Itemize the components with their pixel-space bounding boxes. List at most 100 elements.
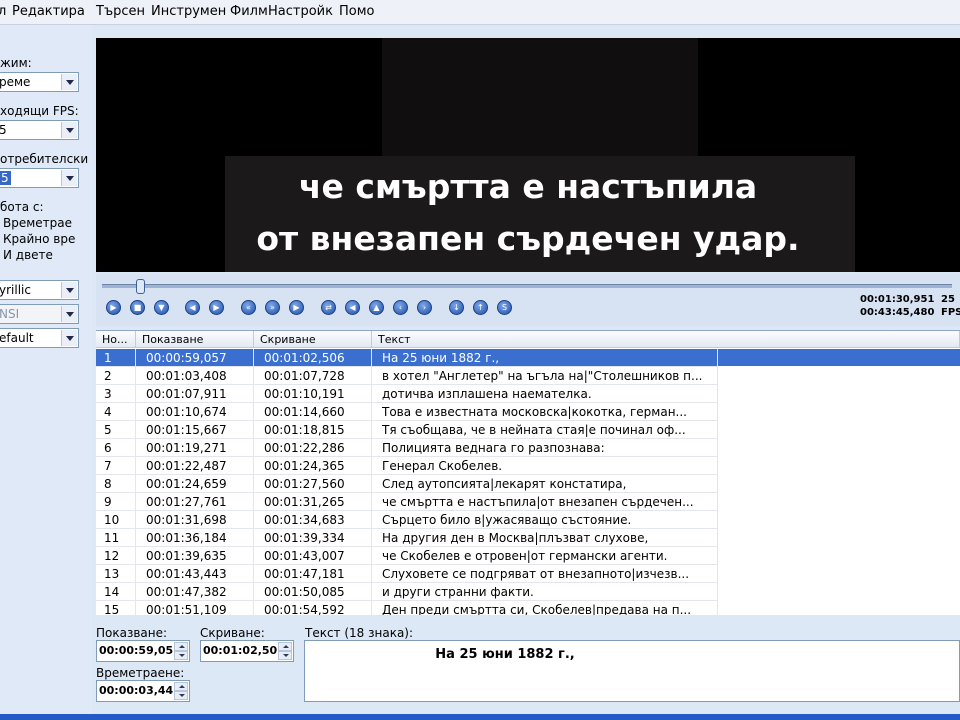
- spin-down-icon[interactable]: [174, 691, 188, 700]
- row-hide-time: 00:01:10,191: [254, 385, 372, 403]
- encoding-select[interactable]: yrillic: [0, 280, 79, 300]
- profile-select[interactable]: efault: [0, 328, 79, 348]
- spin-up-icon[interactable]: [278, 642, 292, 651]
- repeat-icon[interactable]: ⇄: [321, 300, 336, 315]
- spin-up-icon[interactable]: [174, 642, 188, 651]
- fps-label: ходящи FPS:: [0, 104, 79, 118]
- seek-thumb[interactable]: [136, 279, 145, 294]
- sync-icon[interactable]: S: [497, 300, 512, 315]
- table-row[interactable]: 5 00:01:15,667 00:01:18,815 Тя съобщава, че…: [96, 421, 960, 439]
- stop-icon[interactable]: ■: [130, 300, 145, 315]
- row-show-time: 00:01:07,911: [136, 385, 254, 403]
- row-show-time: 00:01:19,271: [136, 439, 254, 457]
- arrow-down-icon[interactable]: ▼: [154, 300, 169, 315]
- spin-down-icon[interactable]: [278, 651, 292, 660]
- row-show-time: 00:01:39,635: [136, 547, 254, 565]
- row-hide-time: 00:01:27,560: [254, 475, 372, 493]
- column-header-number[interactable]: Но...: [96, 331, 136, 348]
- table-row[interactable]: 6 00:01:19,271 00:01:22,286 Полицията ведна…: [96, 439, 960, 457]
- table-row[interactable]: 3 00:01:07,911 00:01:10,191 дотичва изплаше…: [96, 385, 960, 403]
- prev-subtitle-icon[interactable]: ‹: [393, 300, 408, 315]
- radio-duration[interactable]: Времетрае: [3, 216, 72, 230]
- column-header-text[interactable]: Текст: [372, 331, 960, 348]
- table-row[interactable]: 9 00:01:27,761 00:01:31,265 че смъртта е на…: [96, 493, 960, 511]
- menu-help[interactable]: Помо: [339, 4, 375, 20]
- table-row[interactable]: 12 00:01:39,635 00:01:43,007 че Скобелев е …: [96, 547, 960, 565]
- row-show-time: 00:01:51,109: [136, 601, 254, 615]
- hide-time-field[interactable]: 00:01:02,50: [200, 640, 294, 662]
- spin-down-icon[interactable]: [174, 651, 188, 660]
- rewind-icon[interactable]: «: [241, 300, 256, 315]
- menu-edit[interactable]: Редактира: [12, 4, 85, 20]
- row-show-time: 00:01:22,487: [136, 457, 254, 475]
- chevron-down-icon[interactable]: [61, 170, 77, 186]
- row-number: 3: [96, 385, 136, 403]
- table-row[interactable]: 8 00:01:24,659 00:01:27,560 След аутопсията…: [96, 475, 960, 493]
- custom-fps-value: 5: [0, 171, 11, 185]
- show-time-field[interactable]: 00:00:59,05: [96, 640, 190, 662]
- hide-time-stepper[interactable]: [278, 642, 292, 660]
- mode-select[interactable]: реме: [0, 72, 79, 92]
- row-show-time: 00:01:24,659: [136, 475, 254, 493]
- table-row[interactable]: 11 00:01:36,184 00:01:39,334 На другия ден …: [96, 529, 960, 547]
- row-number: 8: [96, 475, 136, 493]
- show-time-stepper[interactable]: [174, 642, 188, 660]
- menu-search[interactable]: Търсен: [96, 4, 145, 20]
- custom-fps-label: отребителски: [0, 152, 89, 166]
- spin-up-icon[interactable]: [174, 682, 188, 691]
- fast-forward-icon[interactable]: »: [265, 300, 280, 315]
- row-number: 10: [96, 511, 136, 529]
- row-hide-time: 00:01:39,334: [254, 529, 372, 547]
- radio-end-time[interactable]: Крайно вре: [3, 232, 75, 246]
- chevron-down-icon[interactable]: [61, 330, 77, 346]
- subtitle-text-area[interactable]: На 25 юни 1882 г.,: [304, 640, 960, 702]
- table-row[interactable]: 15 00:01:51,109 00:01:54,592 Ден преди смър…: [96, 601, 960, 615]
- menu-settings[interactable]: Настройк: [268, 4, 333, 20]
- subtitle-grid[interactable]: Но... Показване Скриване Текст 1 00:00:59…: [96, 330, 960, 615]
- column-header-hide[interactable]: Скриване: [254, 331, 372, 348]
- menu-bar: л Редактира Търсен Инструмен Филм Настро…: [0, 0, 960, 25]
- go-end-icon[interactable]: ▲: [369, 300, 384, 315]
- current-time-readout: 00:01:30,951: [860, 294, 935, 305]
- subtitle-text-value: На 25 юни 1882 г.,: [435, 647, 575, 662]
- custom-fps-select[interactable]: 5: [0, 168, 79, 188]
- seek-bar[interactable]: [102, 279, 952, 294]
- skip-next-icon[interactable]: ▶: [289, 300, 304, 315]
- table-row[interactable]: 14 00:01:47,382 00:01:50,085 и други странн…: [96, 583, 960, 601]
- table-row[interactable]: 2 00:01:03,408 00:01:07,728 в хотел "Англет…: [96, 367, 960, 385]
- set-start-icon[interactable]: ↓: [449, 300, 464, 315]
- row-show-time: 00:01:47,382: [136, 583, 254, 601]
- radio-both[interactable]: И двете: [3, 248, 53, 262]
- hide-time-value: 00:01:02,50: [203, 644, 277, 657]
- column-header-show[interactable]: Показване: [136, 331, 254, 348]
- arrow-left-icon[interactable]: ◀: [185, 300, 200, 315]
- table-row[interactable]: 13 00:01:43,443 00:01:47,181 Слуховете се п…: [96, 565, 960, 583]
- duration-field[interactable]: 00:00:03,44: [96, 680, 190, 702]
- menu-file[interactable]: л: [0, 4, 6, 20]
- row-hide-time: 00:01:31,265: [254, 493, 372, 511]
- row-text: дотичва изплашена наемателка.: [372, 385, 718, 403]
- show-time-label: Показване:: [96, 626, 168, 640]
- row-number: 9: [96, 493, 136, 511]
- chevron-down-icon[interactable]: [61, 282, 77, 298]
- video-preview[interactable]: че смъртта е настъпила от внезапен сърде…: [96, 38, 960, 272]
- chevron-down-icon[interactable]: [61, 122, 77, 138]
- row-show-time: 00:01:43,443: [136, 565, 254, 583]
- chevron-down-icon[interactable]: [61, 74, 77, 90]
- menu-video[interactable]: Филм: [230, 4, 268, 20]
- play-icon[interactable]: ▶: [106, 300, 121, 315]
- go-start-icon[interactable]: ◀: [345, 300, 360, 315]
- row-number: 4: [96, 403, 136, 421]
- table-row[interactable]: 4 00:01:10,674 00:01:14,660 Това е известна…: [96, 403, 960, 421]
- row-text: Слуховете се подгряват от внезапното|изч…: [372, 565, 718, 583]
- fps-select[interactable]: 5: [0, 120, 79, 140]
- menu-tools[interactable]: Инструмен: [151, 4, 226, 20]
- table-row[interactable]: 1 00:00:59,057 00:01:02,506 На 25 юни 1882 …: [96, 349, 960, 367]
- arrow-right-icon[interactable]: ▶: [209, 300, 224, 315]
- table-row[interactable]: 7 00:01:22,487 00:01:24,365 Генерал Скобеле…: [96, 457, 960, 475]
- set-end-icon[interactable]: ↑: [473, 300, 488, 315]
- table-row[interactable]: 10 00:01:31,698 00:01:34,683 Сърцето било в…: [96, 511, 960, 529]
- row-number: 2: [96, 367, 136, 385]
- duration-stepper[interactable]: [174, 682, 188, 700]
- next-subtitle-icon[interactable]: ›: [417, 300, 432, 315]
